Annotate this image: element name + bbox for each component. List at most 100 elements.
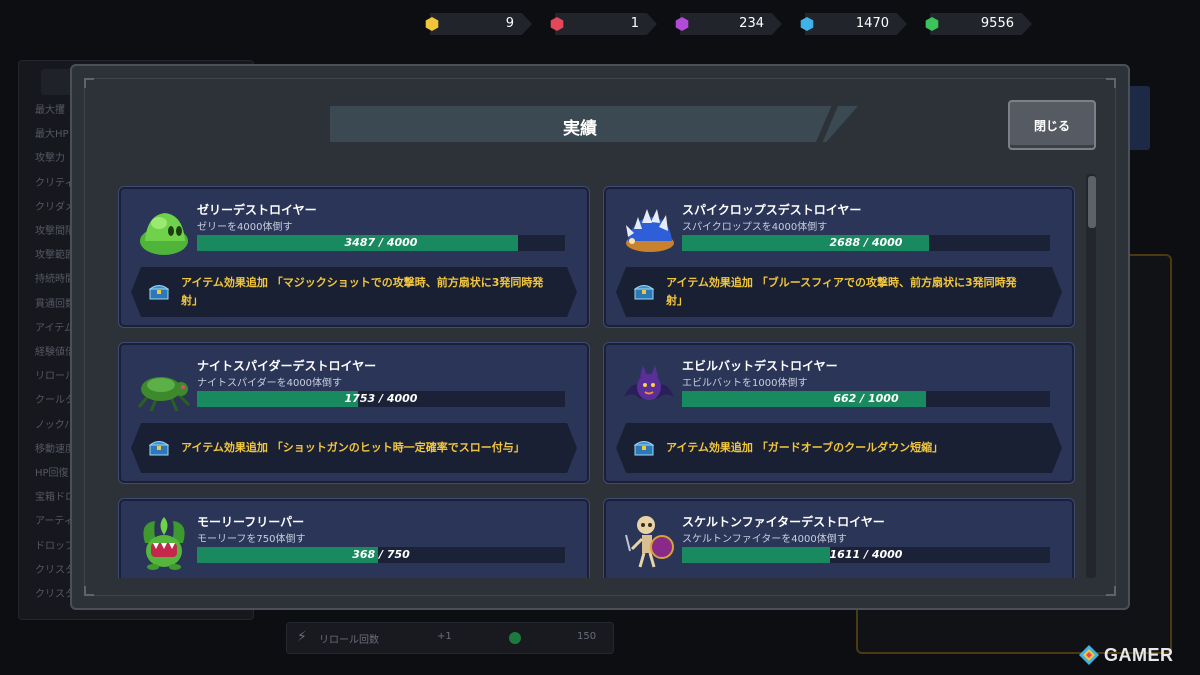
scrollbar-thumb[interactable] bbox=[1088, 176, 1096, 228]
reward-box: アイテム効果追加 「ショットガンのヒット時一定確率でスロー付与」 bbox=[131, 423, 577, 473]
reward-text: アイテム効果追加 「ブルースフィアでの攻撃時、前方扇状に3発同時発 射」 bbox=[666, 274, 1046, 310]
background-stat-label: 攻撃間隔 bbox=[35, 226, 75, 237]
progress-bar: 1753 / 4000 bbox=[197, 391, 565, 407]
progress-text: 1753 / 4000 bbox=[344, 392, 418, 405]
scrollbar-track[interactable] bbox=[1086, 174, 1096, 578]
achievement-name: エビルバットデストロイヤー bbox=[682, 359, 838, 373]
background-stat-label: 持続時間 bbox=[35, 274, 75, 286]
background-stat-label: 攻撃範囲 bbox=[35, 250, 75, 262]
reroll-cost: 150 bbox=[577, 631, 597, 642]
watermark-text: GAMER bbox=[1104, 645, 1174, 665]
background-stat-label: 最大HP bbox=[35, 129, 69, 141]
achievement-desc: スケルトンファイターを4000体倒す bbox=[682, 534, 847, 545]
achievement-desc: ゼリーを4000体倒す bbox=[197, 222, 293, 233]
achievements-modal: 実績 閉じる ゼリーデストロイヤー ゼリーを4000体倒す 3487 / 400… bbox=[70, 64, 1130, 610]
background-stat-label: 攻撃力 bbox=[35, 153, 65, 165]
reward-box: アイテム効果追加 「ブルースフィアでの攻撃時、前方扇状に3発同時発 射」 bbox=[616, 267, 1062, 317]
title-banner: 実績 bbox=[330, 106, 858, 142]
currency-value: 1470 bbox=[855, 16, 889, 31]
achievement-desc: モーリーフを750体倒す bbox=[197, 534, 306, 545]
progress-bar: 1611 / 4000 bbox=[682, 547, 1050, 563]
achievement-list[interactable]: ゼリーデストロイヤー ゼリーを4000体倒す 3487 / 4000 アイテム効… bbox=[116, 184, 1076, 578]
background-stat-label: アイテム bbox=[35, 322, 74, 334]
achievement-name: モーリーフリーパー bbox=[197, 515, 305, 529]
background-stat-label: 宝箱ドロ bbox=[35, 492, 75, 504]
purple-bat-icon bbox=[624, 365, 674, 400]
green-slime-icon bbox=[140, 213, 188, 255]
currency-value: 234 bbox=[739, 16, 764, 31]
progress-text: 368 / 750 bbox=[352, 548, 410, 561]
green-spider-icon bbox=[137, 377, 191, 412]
background-stat-label: クリスタ bbox=[35, 564, 75, 576]
background-stat-label: ドロップ bbox=[35, 540, 75, 552]
treasure-chest-icon bbox=[634, 282, 654, 300]
reward-line-1: アイテム効果追加 「マジックショットでの攻撃時、前方扇状に3発同時発 bbox=[181, 276, 544, 289]
background-stat-label: クリダメ bbox=[35, 201, 75, 213]
achievement-name: ナイトスパイダーデストロイヤー bbox=[197, 359, 377, 373]
background-stat-label: リロール bbox=[35, 371, 75, 383]
background-reroll-bar: ⚡ リロール回数 +1 150 bbox=[286, 622, 614, 654]
achievement-desc: ナイトスパイダーを4000体倒す bbox=[197, 378, 343, 389]
background-stat-label: 経験値倍 bbox=[35, 347, 75, 358]
reward-text: アイテム効果追加 「ショットガンのヒット時一定確率でスロー付与」 bbox=[181, 441, 525, 454]
background-stat-label: アーティ bbox=[35, 516, 74, 528]
achievement-card: モーリーフリーパー モーリーフを750体倒す 368 / 750 bbox=[119, 499, 589, 578]
close-button-label: 閉じる bbox=[1033, 119, 1070, 133]
achievement-name: スパイクロップスデストロイヤー bbox=[682, 203, 862, 217]
treasure-chest-icon bbox=[634, 438, 654, 456]
background-stat-label: 最大攫 bbox=[35, 105, 65, 116]
background-stat-label: 移動速度 bbox=[35, 443, 75, 455]
treasure-chest-icon bbox=[149, 438, 169, 456]
close-button[interactable]: 閉じる bbox=[1008, 100, 1096, 150]
reward-line-1: アイテム効果追加 「ブルースフィアでの攻撃時、前方扇状に3発同時発 bbox=[666, 276, 1017, 289]
reward-box: アイテム効果追加 「マジックショットでの攻撃時、前方扇状に3発同時発 射」 bbox=[131, 267, 577, 317]
reward-box: アイテム効果追加 「ガードオーブのクールダウン短縮」 bbox=[616, 423, 1062, 473]
background-stat-label: クリスタ bbox=[35, 589, 75, 600]
green-gem-icon bbox=[509, 632, 521, 644]
lightning-icon: ⚡ bbox=[297, 629, 307, 645]
progress-bar: 3487 / 4000 bbox=[197, 235, 565, 251]
currency-red: 1 bbox=[547, 12, 657, 36]
modal-title: 実績 bbox=[563, 119, 597, 139]
background-stat-label: クールタ bbox=[35, 395, 75, 407]
achievement-name: ゼリーデストロイヤー bbox=[197, 203, 317, 217]
reroll-plus: +1 bbox=[437, 631, 452, 642]
achievement-card: ナイトスパイダーデストロイヤー ナイトスパイダーを4000体倒す 1753 / … bbox=[119, 343, 589, 483]
reroll-label: リロール回数 bbox=[319, 635, 379, 646]
gamer-logo-icon bbox=[1079, 645, 1099, 665]
currency-value: 9556 bbox=[980, 16, 1014, 31]
leaf-plant-icon bbox=[143, 517, 185, 570]
achievement-card: スケルトンファイターデストロイヤー スケルトンファイターを4000体倒す 161… bbox=[604, 499, 1074, 578]
currency-blue: 1470 bbox=[797, 12, 907, 36]
progress-bar: 368 / 750 bbox=[197, 547, 565, 563]
achievement-name: スケルトンファイターデストロイヤー bbox=[682, 515, 885, 529]
background-stat-label: ノックバ bbox=[35, 419, 75, 431]
reward-text: アイテム効果追加 「ガードオーブのクールダウン短縮」 bbox=[666, 441, 944, 454]
currency-green: 9556 bbox=[922, 12, 1032, 36]
progress-text: 3487 / 4000 bbox=[344, 236, 418, 249]
spiked-shell-icon bbox=[626, 209, 674, 252]
reward-line-2: 射」 bbox=[666, 294, 688, 307]
achievement-card: スパイクロップスデストロイヤー スパイクロップスを4000体倒す 2688 / … bbox=[604, 187, 1074, 327]
progress-text: 2688 / 4000 bbox=[829, 236, 903, 249]
progress-bar: 662 / 1000 bbox=[682, 391, 1050, 407]
background-stat-label: HP回復 bbox=[35, 468, 69, 479]
background-stat-label: クリティ bbox=[35, 177, 75, 189]
achievement-card: エビルバットデストロイヤー エビルバットを1000体倒す 662 / 1000 … bbox=[604, 343, 1074, 483]
skeleton-fighter-icon bbox=[625, 516, 674, 568]
currency-value: 1 bbox=[630, 16, 639, 31]
achievement-card: ゼリーデストロイヤー ゼリーを4000体倒す 3487 / 4000 アイテム効… bbox=[119, 187, 589, 327]
achievement-desc: エビルバットを1000体倒す bbox=[682, 378, 808, 389]
reward-line-2: 射」 bbox=[181, 294, 203, 307]
currency-value: 9 bbox=[505, 16, 514, 31]
currency-yellow: 9 bbox=[422, 12, 532, 36]
background-stat-label: 貫通回数 bbox=[35, 298, 75, 310]
progress-bar: 2688 / 4000 bbox=[682, 235, 1050, 251]
background-side-tab bbox=[1128, 86, 1150, 150]
treasure-chest-icon bbox=[149, 282, 169, 300]
achievement-desc: スパイクロップスを4000体倒す bbox=[682, 222, 828, 233]
progress-text: 662 / 1000 bbox=[833, 392, 899, 405]
progress-text: 1611 / 4000 bbox=[829, 548, 903, 561]
currency-purple: 234 bbox=[672, 12, 782, 36]
reward-text: アイテム効果追加 「マジックショットでの攻撃時、前方扇状に3発同時発 射」 bbox=[181, 274, 561, 310]
